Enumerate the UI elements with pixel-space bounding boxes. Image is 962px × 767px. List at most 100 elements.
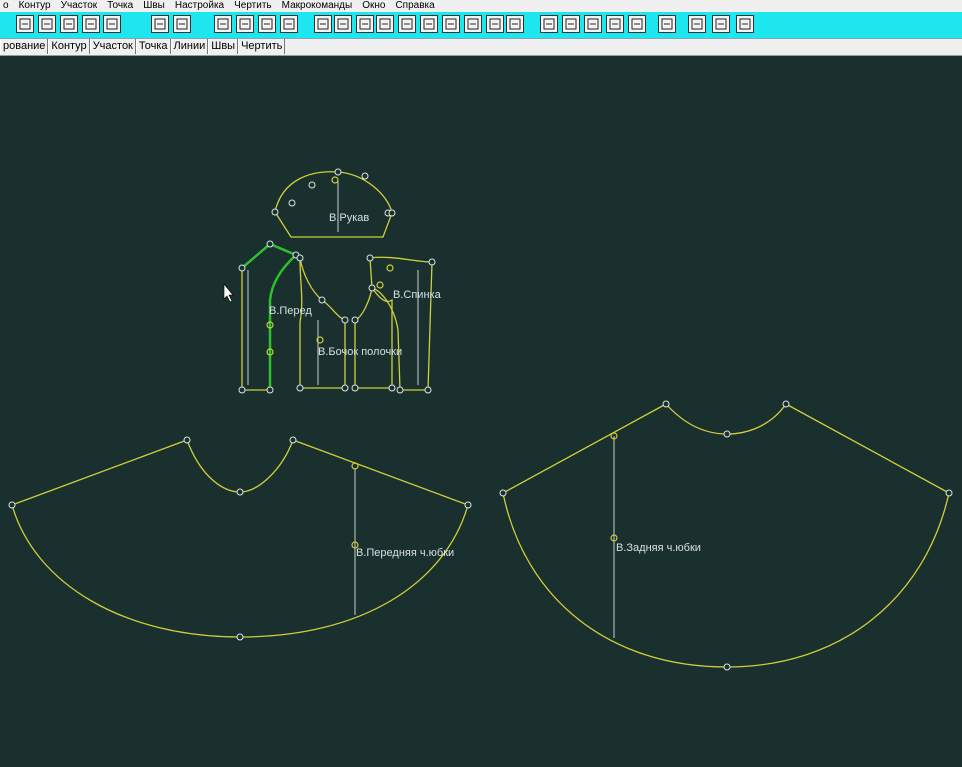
pattern-node[interactable] bbox=[296, 254, 304, 262]
pattern-node[interactable] bbox=[388, 209, 396, 217]
pattern-node[interactable] bbox=[945, 489, 953, 497]
skirt-front-outline[interactable] bbox=[11, 439, 469, 638]
menu-item-window[interactable]: Окно bbox=[359, 0, 388, 12]
toolbar-button-11[interactable] bbox=[280, 15, 298, 33]
pattern-node[interactable] bbox=[662, 400, 670, 408]
toolbar-button-8[interactable] bbox=[214, 15, 232, 33]
pattern-node[interactable] bbox=[8, 501, 16, 509]
toolbar-button-10[interactable] bbox=[258, 15, 276, 33]
toolbar-button-14[interactable] bbox=[356, 15, 374, 33]
toolbar-button-5[interactable] bbox=[103, 15, 121, 33]
pattern-node[interactable] bbox=[236, 488, 244, 496]
tab-draw[interactable]: Чертить bbox=[238, 39, 286, 54]
toolbar-button-26[interactable] bbox=[628, 15, 646, 33]
pattern-node[interactable] bbox=[341, 384, 349, 392]
toolbar-button-19[interactable] bbox=[464, 15, 482, 33]
pattern-node[interactable] bbox=[723, 430, 731, 438]
mouse-cursor-icon bbox=[223, 283, 234, 303]
back-outline[interactable] bbox=[369, 256, 433, 391]
toolbar-button-23[interactable] bbox=[562, 15, 580, 33]
menu-item-point[interactable]: Точка bbox=[104, 0, 136, 12]
toolbar-button-29[interactable] bbox=[712, 15, 730, 33]
control-point[interactable] bbox=[331, 176, 339, 184]
toolbar-button-4[interactable] bbox=[82, 15, 100, 33]
pattern-node[interactable] bbox=[782, 400, 790, 408]
skirt-back-outline[interactable] bbox=[502, 403, 950, 668]
label-front: В.Перед bbox=[269, 305, 312, 317]
toolbar-button-9[interactable] bbox=[236, 15, 254, 33]
pattern-node[interactable] bbox=[723, 663, 731, 671]
front-highlight-edge bbox=[241, 242, 299, 390]
tab-point[interactable]: Точка bbox=[135, 39, 171, 54]
pattern-node[interactable] bbox=[368, 284, 376, 292]
pattern-node[interactable] bbox=[351, 316, 359, 324]
toolbar-button-30[interactable] bbox=[736, 15, 754, 33]
pattern-node[interactable] bbox=[351, 384, 359, 392]
pattern-node[interactable] bbox=[271, 208, 279, 216]
pattern-node[interactable] bbox=[296, 384, 304, 392]
menu-item-settings[interactable]: Настройка bbox=[172, 0, 227, 12]
toolbar-button-13[interactable] bbox=[334, 15, 352, 33]
side-panel-outline[interactable] bbox=[354, 286, 393, 389]
pattern-node[interactable] bbox=[366, 254, 374, 262]
tab-bar: рование Контур Участок Точка Линии Швы Чертить bbox=[0, 39, 962, 56]
menu-item-seams[interactable]: Швы bbox=[140, 0, 168, 12]
pattern-node[interactable] bbox=[318, 296, 326, 304]
menu-item-macros[interactable]: Макрокоманды bbox=[279, 0, 356, 12]
drawing-canvas[interactable]: В.Рукав В.Перед В.Спинка В.Бочок полочки… bbox=[0, 56, 962, 767]
pattern-node[interactable] bbox=[341, 316, 349, 324]
toolbar-button-21[interactable] bbox=[506, 15, 524, 33]
pattern-node[interactable] bbox=[288, 199, 296, 207]
pattern-node[interactable] bbox=[464, 501, 472, 509]
menu-bar: о Контур Участок Точка Швы Настройка Чертить Ма… bbox=[0, 0, 962, 12]
tab-modeling[interactable]: рование bbox=[0, 39, 49, 54]
toolbar-button-22[interactable] bbox=[540, 15, 558, 33]
pattern-node[interactable] bbox=[266, 240, 274, 248]
menu-item-help[interactable]: Справка bbox=[392, 0, 437, 12]
pattern-node[interactable] bbox=[361, 172, 369, 180]
toolbar-button-3[interactable] bbox=[60, 15, 78, 33]
pattern-node[interactable] bbox=[428, 258, 436, 266]
control-point[interactable] bbox=[376, 281, 384, 289]
side-front-outline[interactable] bbox=[299, 257, 346, 389]
toolbar-button-12[interactable] bbox=[314, 15, 332, 33]
pattern-node[interactable] bbox=[388, 384, 396, 392]
menu-item-draw[interactable]: Чертить bbox=[231, 0, 275, 12]
label-side-front: В.Бочок полочки bbox=[318, 346, 402, 358]
pattern-node[interactable] bbox=[289, 436, 297, 444]
toolbar-button-7[interactable] bbox=[173, 15, 191, 33]
toolbar-button-28[interactable] bbox=[688, 15, 706, 33]
toolbar-button-25[interactable] bbox=[606, 15, 624, 33]
menu-item-0[interactable]: о bbox=[0, 0, 12, 12]
toolbar-button-6[interactable] bbox=[151, 15, 169, 33]
tab-contour[interactable]: Контур bbox=[48, 39, 90, 54]
pattern-node[interactable] bbox=[236, 633, 244, 641]
toolbar-button-24[interactable] bbox=[584, 15, 602, 33]
pattern-node[interactable] bbox=[238, 386, 246, 394]
menu-item-section[interactable]: Участок bbox=[58, 0, 101, 12]
tab-section[interactable]: Участок bbox=[89, 39, 136, 54]
toolbar-button-15[interactable] bbox=[376, 15, 394, 33]
label-back: В.Спинка bbox=[393, 289, 442, 301]
toolbar-button-17[interactable] bbox=[420, 15, 438, 33]
toolbar-button-1[interactable] bbox=[16, 15, 34, 33]
control-point[interactable] bbox=[386, 264, 394, 272]
pattern-node[interactable] bbox=[266, 386, 274, 394]
pattern-node[interactable] bbox=[183, 436, 191, 444]
pattern-node[interactable] bbox=[334, 168, 342, 176]
menu-item-contour[interactable]: Контур bbox=[16, 0, 54, 12]
toolbar-button-16[interactable] bbox=[398, 15, 416, 33]
toolbar-button-18[interactable] bbox=[442, 15, 460, 33]
toolbar-button-27[interactable] bbox=[658, 15, 676, 33]
label-skirt-back: В.Задняя ч.юбки bbox=[616, 542, 701, 554]
toolbar-button-2[interactable] bbox=[38, 15, 56, 33]
pattern-node[interactable] bbox=[396, 386, 404, 394]
toolbar-button-20[interactable] bbox=[486, 15, 504, 33]
tab-lines[interactable]: Линии bbox=[170, 39, 209, 54]
label-sleeve: В.Рукав bbox=[329, 212, 369, 224]
pattern-node[interactable] bbox=[499, 489, 507, 497]
tab-seams[interactable]: Швы bbox=[208, 39, 239, 54]
pattern-node[interactable] bbox=[308, 181, 316, 189]
pattern-node[interactable] bbox=[238, 264, 246, 272]
pattern-node[interactable] bbox=[424, 386, 432, 394]
